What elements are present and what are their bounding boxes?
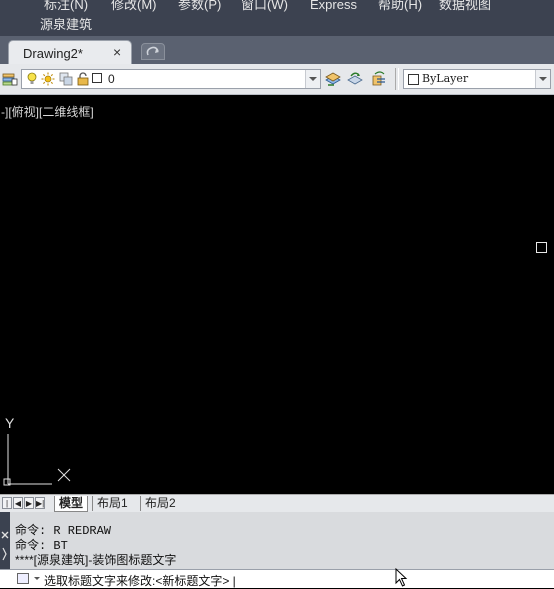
close-icon[interactable]: ×: [113, 44, 121, 60]
menu-modify[interactable]: 修改(M): [111, 0, 157, 11]
chevron-down-icon: [309, 77, 317, 81]
tab-layout1[interactable]: 布局1: [92, 496, 132, 511]
close-icon[interactable]: [0, 512, 10, 569]
menu-yuanquan[interactable]: 源泉建筑: [40, 18, 92, 31]
menu-bar: 标注(N) 修改(M) 参数(P) 窗口(W) Express 帮助(H) 数据…: [0, 0, 554, 36]
sun-icon[interactable]: [41, 72, 55, 86]
last-layout-button[interactable]: ▶|: [35, 497, 45, 509]
layer-dropdown[interactable]: 0: [21, 69, 321, 89]
first-layout-button[interactable]: |◀: [2, 497, 12, 520]
color-dropdown-arrow[interactable]: [535, 70, 550, 88]
color-swatch: [408, 74, 419, 85]
command-history-line: ****[源泉建筑]-装饰图标题文字: [15, 553, 177, 567]
drawing-tab[interactable]: Drawing2* ×: [8, 40, 132, 64]
layer-dropdown-arrow[interactable]: [305, 70, 320, 88]
menu-data-view[interactable]: 数据视图: [439, 0, 491, 11]
command-history: 命令: R REDRAW 命令: BT ****[源泉建筑]-装饰图标题文字: [0, 512, 554, 569]
layer-color-swatch: [92, 73, 102, 83]
layers-toolbar: 0 ByLayer: [0, 64, 554, 95]
drawing-viewport[interactable]: [0, 95, 554, 494]
layer-previous-icon[interactable]: [371, 71, 387, 87]
ucs-icon: Y: [3, 415, 71, 486]
tab-model[interactable]: 模型: [54, 496, 89, 512]
file-tab-bar: Drawing2* ×: [0, 36, 554, 64]
viewcube-grip[interactable]: [536, 242, 547, 253]
color-value: ByLayer: [422, 72, 469, 85]
color-dropdown[interactable]: ByLayer: [403, 69, 551, 89]
viewport-controls[interactable]: -][俯视][二维线框]: [1, 103, 94, 120]
unlock-icon[interactable]: [76, 72, 90, 86]
match-layer-icon[interactable]: [347, 71, 363, 87]
viewport-freeze-icon[interactable]: [59, 72, 73, 86]
menu-help[interactable]: 帮助(H): [378, 0, 422, 11]
command-line[interactable]: 选取标题文字来修改:<新标题文字> |: [0, 569, 554, 588]
command-prompt[interactable]: 选取标题文字来修改:<新标题文字> |: [44, 572, 236, 589]
new-drawing-button[interactable]: [141, 43, 165, 60]
menu-parametric[interactable]: 参数(P): [178, 0, 221, 11]
ucs-y-label: Y: [5, 415, 15, 431]
make-current-layer-icon[interactable]: [325, 71, 341, 87]
chevron-down-icon: [539, 77, 547, 81]
toolbar-separator: [395, 68, 399, 90]
current-layer-name: 0: [108, 72, 115, 86]
chevron-down-icon[interactable]: [33, 576, 41, 582]
lightbulb-icon[interactable]: [25, 72, 39, 86]
mouse-cursor-icon: [395, 568, 408, 587]
menu-window[interactable]: 窗口(W): [241, 0, 288, 11]
drawing-tab-label: Drawing2*: [23, 46, 83, 61]
next-layout-button[interactable]: ▶: [24, 497, 34, 509]
menu-express[interactable]: Express: [310, 0, 357, 11]
command-window-grip[interactable]: [0, 512, 10, 569]
command-prompt-icon[interactable]: [17, 573, 29, 584]
layout-tab-bar: |◀ ◀ ▶ ▶| 模型 布局1 布局2: [0, 494, 554, 520]
new-tab-icon: [146, 46, 159, 56]
tab-layout2[interactable]: 布局2: [140, 496, 180, 511]
layer-properties-icon[interactable]: [2, 71, 18, 87]
menu-dimension[interactable]: 标注(N): [44, 0, 88, 11]
previous-layout-button[interactable]: ◀: [13, 497, 23, 509]
